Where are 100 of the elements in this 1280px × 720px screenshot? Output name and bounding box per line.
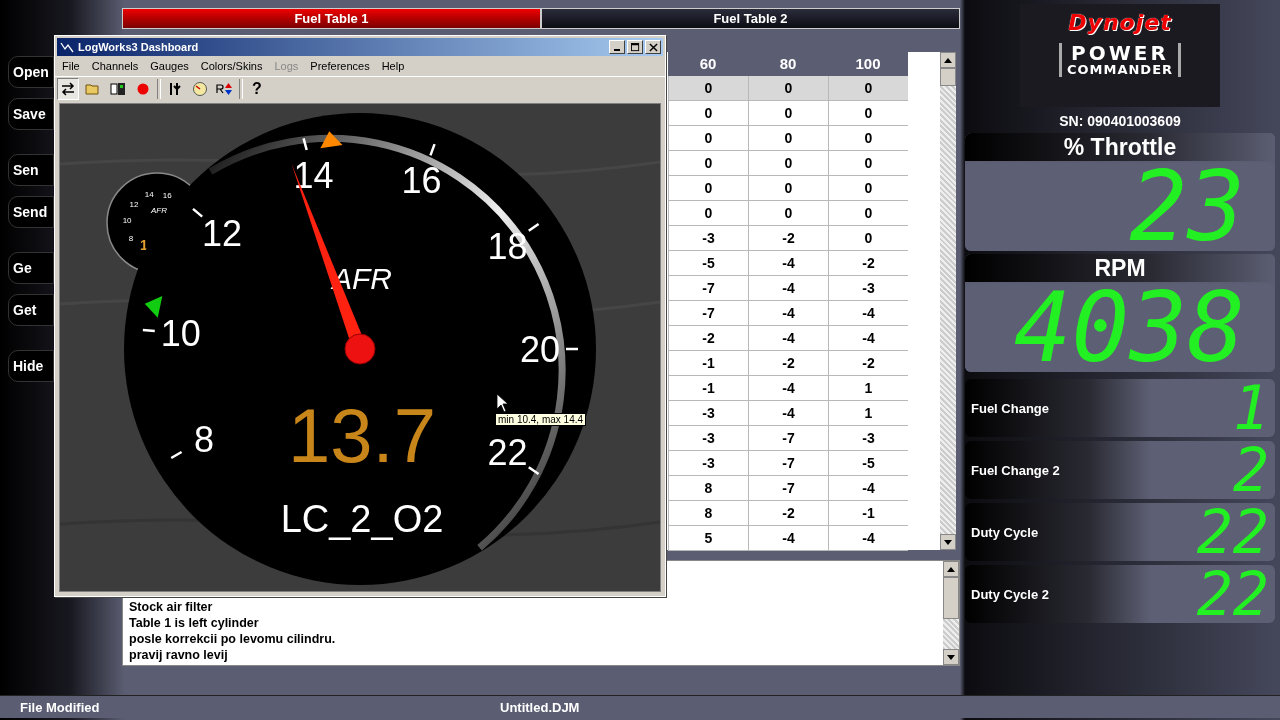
- down-arrow-icon: [947, 654, 955, 660]
- table-row[interactable]: 8 -7 -4: [668, 476, 908, 501]
- close-button[interactable]: [645, 40, 661, 54]
- digital-display: 22: [1196, 503, 1270, 561]
- up-arrow-icon: [947, 566, 955, 572]
- tab[interactable]: Fuel Table 1: [122, 8, 541, 29]
- table-cell: 0: [748, 201, 828, 225]
- table-cell: -7: [668, 301, 748, 325]
- display-label: Fuel Change 2: [971, 462, 1060, 478]
- display-label: Fuel Change: [971, 400, 1049, 416]
- side-button[interactable]: Save: [8, 98, 54, 130]
- table-row[interactable]: 8 -2 -1: [668, 501, 908, 526]
- table-row[interactable]: 0 0 0: [668, 126, 908, 151]
- display-label: Duty Cycle: [971, 524, 1039, 540]
- digital-display: 22: [1196, 565, 1270, 623]
- note-line: posle korrekcii po levomu cilindru.: [129, 631, 337, 647]
- menu-item[interactable]: Help: [376, 60, 410, 72]
- table-cell: 0: [668, 101, 748, 125]
- scrollbar[interactable]: [943, 561, 959, 665]
- minimize-button[interactable]: [609, 40, 625, 54]
- close-icon: [648, 42, 658, 52]
- tab[interactable]: Fuel Table 2: [541, 8, 960, 29]
- table-cell: -2: [748, 501, 828, 525]
- side-button[interactable]: Send: [8, 196, 54, 228]
- display-label: Duty Cycle 2: [971, 586, 1050, 602]
- table-cell: -5: [668, 251, 748, 275]
- table-cell: -1: [668, 351, 748, 375]
- down-arrow-icon: [944, 539, 952, 545]
- table-cell: 0: [668, 151, 748, 175]
- scroll-thumb[interactable]: [943, 577, 959, 619]
- table-row[interactable]: -7 -4 -3: [668, 276, 908, 301]
- help-button[interactable]: ?: [246, 78, 268, 100]
- table-row[interactable]: -3 -7 -3: [668, 426, 908, 451]
- side-button[interactable]: Sen: [8, 154, 54, 186]
- table-row[interactable]: 0 0 0: [668, 176, 908, 201]
- table-cell: -4: [748, 301, 828, 325]
- table-cell: -4: [748, 326, 828, 350]
- gauge-label: 22: [487, 432, 528, 474]
- table-row[interactable]: -3 -2 0: [668, 226, 908, 251]
- table-cell: -7: [748, 426, 828, 450]
- table-row[interactable]: -1 -2 -2: [668, 351, 908, 376]
- table-cell: -7: [748, 476, 828, 500]
- column-header: 60: [698, 54, 718, 74]
- file-name: Untitled.DJM: [500, 699, 580, 715]
- table-row[interactable]: -3 -4 1: [668, 401, 908, 426]
- menu-item[interactable]: Gauges: [145, 60, 194, 72]
- table-cell: 0: [668, 176, 748, 200]
- menu-item[interactable]: Colors/Skins: [195, 60, 268, 72]
- graph-icon: [60, 40, 74, 54]
- brand-logo: Dynojet: [1068, 10, 1172, 35]
- digital-display: 2: [1232, 441, 1270, 499]
- gauge-label: 14: [293, 155, 334, 197]
- table-row[interactable]: 0 0 0: [668, 201, 908, 226]
- table-row[interactable]: 0 0 0: [668, 101, 908, 126]
- side-button[interactable]: Hide: [8, 350, 54, 382]
- table-row[interactable]: 0 0 0: [668, 76, 908, 101]
- table-row[interactable]: 0 0 0: [668, 151, 908, 176]
- table-row[interactable]: -1 -4 1: [668, 376, 908, 401]
- gauge-label: 12: [129, 199, 139, 209]
- side-button[interactable]: Get: [8, 294, 54, 326]
- table-cell: -2: [748, 226, 828, 250]
- side-button[interactable]: Open: [8, 56, 54, 88]
- scroll-thumb[interactable]: [940, 68, 956, 86]
- window-title: LogWorks3 Dashboard: [78, 41, 200, 53]
- table-row[interactable]: 5 -4 -4: [668, 526, 908, 551]
- table-cell: 0: [748, 176, 828, 200]
- gauge-value: 13.7: [288, 393, 436, 478]
- display-title: % Throttle: [965, 133, 1275, 161]
- menu-item[interactable]: Preferences: [305, 60, 375, 72]
- cursor-icon: [496, 393, 509, 413]
- logo-text: COMMANDER: [1066, 63, 1174, 77]
- table-row[interactable]: -7 -4 -4: [668, 301, 908, 326]
- table-cell: 8: [668, 501, 748, 525]
- table-row[interactable]: -5 -4 -2: [668, 251, 908, 276]
- menu-item[interactable]: Channels: [86, 60, 144, 72]
- maximize-button[interactable]: [627, 40, 643, 54]
- table-row[interactable]: -3 -7 -5: [668, 451, 908, 476]
- table-cell: 0: [668, 201, 748, 225]
- gauge-label: 8: [128, 234, 134, 243]
- table-cell: -4: [748, 276, 828, 300]
- side-button[interactable]: Ge: [8, 252, 54, 284]
- table-cell: -3: [668, 426, 748, 450]
- table-cell: -3: [668, 451, 748, 475]
- gauge-label: 12: [202, 213, 243, 255]
- gauge-label: 20: [520, 329, 560, 370]
- table-cell: 0: [668, 126, 748, 150]
- channel-name: LC_2_O2: [280, 498, 444, 540]
- status-text: File Modified: [20, 699, 101, 715]
- table-cell: 0: [748, 101, 828, 125]
- swap-icon[interactable]: [57, 78, 79, 100]
- gauge-label: 16: [162, 190, 172, 200]
- serial-number: SN: 090401003609: [1058, 113, 1182, 129]
- note-line: Table 1 is left cylinder: [129, 615, 260, 631]
- gauge-unit: AFR: [151, 206, 167, 215]
- logo-text: POWER: [1071, 43, 1169, 63]
- tooltip: min 10.4, max 14.4: [495, 413, 587, 426]
- table-row[interactable]: -2 -4 -4: [668, 326, 908, 351]
- table-cell: -2: [748, 351, 828, 375]
- column-header: 100: [854, 54, 882, 74]
- menu-item[interactable]: File: [57, 60, 85, 72]
